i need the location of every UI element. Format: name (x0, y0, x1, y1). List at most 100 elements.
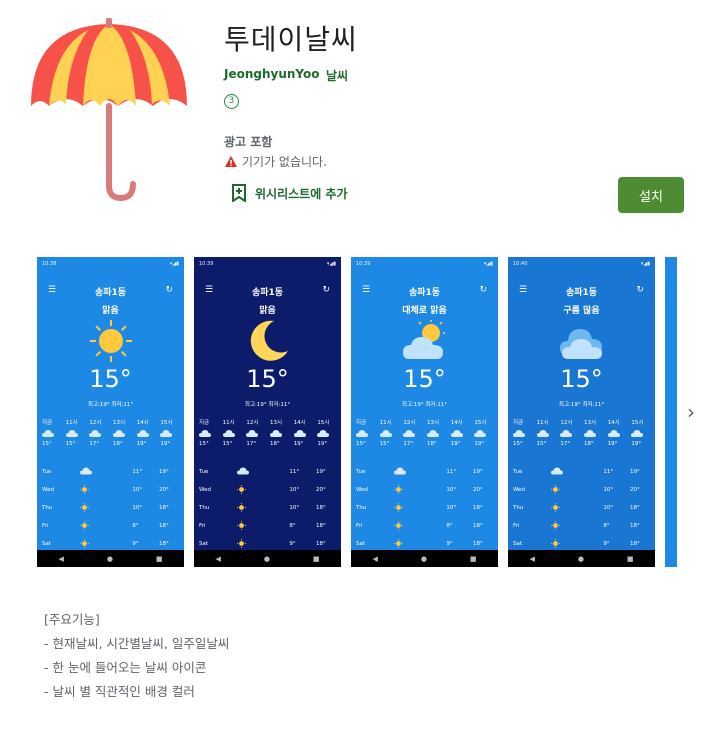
day-low: 10° (603, 487, 614, 493)
screenshot-1[interactable]: 10:38 ▾◢▮ ☰ 송파1동 ↻ 맑음 15° 최고:19° 최저:11° 지금 15° 11시… (37, 257, 184, 567)
day-label: Sat (513, 541, 523, 547)
phone-status-bar: 10:38 ▾◢▮ (37, 257, 184, 271)
day-low: 10° (289, 505, 300, 511)
day-icon (394, 538, 446, 550)
status-icons: ▾◢▮ (326, 261, 336, 267)
status-time: 10:39 (356, 261, 371, 267)
day-icon (237, 467, 289, 477)
screenshot-2[interactable]: 10:39 ▾◢▮ ☰ 송파1동 ↻ 맑음 15° 최고:19° 최저:11° 지금 15° 11시… (194, 257, 341, 567)
current-temp: 15° (246, 365, 289, 393)
home-icon: ● (263, 554, 270, 563)
bookmark-add-icon (232, 184, 246, 202)
hour-label: 14시 (450, 420, 463, 426)
day-high: 19° (315, 469, 326, 475)
small-sun-icon (394, 502, 404, 512)
hourly-item: 지금 15° (513, 417, 537, 450)
day-label: Sat (42, 541, 52, 547)
small-cloud-icon (560, 430, 573, 437)
day-low: 10° (132, 487, 143, 493)
small-sun-icon (237, 502, 247, 512)
hour-temp: 18° (270, 441, 280, 447)
developer-link[interactable]: JeonghyunYoo (224, 67, 320, 81)
small-cloud-icon (584, 430, 597, 437)
description-heading: [주요기능] (44, 612, 100, 627)
home-icon: ● (420, 554, 427, 563)
small-cloud-icon (403, 430, 416, 437)
content-rating-badge: 3 (224, 94, 239, 109)
app-title: 투데이날씨 (224, 23, 358, 56)
small-sun-icon (80, 538, 90, 548)
partly-cloudy-icon (401, 319, 449, 363)
screenshot-carousel[interactable]: 10:38 ▾◢▮ ☰ 송파1동 ↻ 맑음 15° 최고:19° 최저:11° 지금 15° 11시… (37, 257, 707, 567)
status-icons: ▾◢▮ (640, 261, 650, 267)
sun-icon (87, 319, 135, 363)
condition-label: 맑음 (259, 306, 276, 316)
recents-icon: ■ (155, 554, 163, 563)
hour-label: 12시 (89, 420, 102, 426)
hour-label: 12시 (560, 420, 573, 426)
day-label: Fri (513, 523, 520, 529)
small-sun-icon (80, 520, 90, 530)
hour-temp: 19° (293, 441, 304, 447)
small-sun-icon (551, 520, 561, 530)
hourly-item: 14시 19° (607, 417, 632, 450)
hour-label: 14시 (136, 420, 149, 426)
current-temp: 15° (89, 365, 132, 393)
hourly-forecast: 지금 15° 11시 15° 12시 17° 13시 18° 14시 19° 15시 19° (356, 417, 498, 450)
hourly-item: 12시 17° (246, 417, 270, 450)
small-sun-icon (551, 538, 561, 548)
small-sun-icon (80, 484, 90, 494)
day-icon (80, 502, 132, 514)
hourly-item: 지금 15° (42, 417, 66, 450)
small-cloud-icon (536, 430, 549, 437)
day-high: 19° (472, 469, 483, 475)
phone-nav-bar: ◀ ● ■ (508, 550, 655, 567)
small-cloud-icon (450, 430, 463, 437)
hour-label: 11시 (536, 420, 549, 426)
back-icon: ◀ (215, 554, 221, 563)
day-icon (80, 538, 132, 550)
hourly-item: 15시 19° (317, 417, 341, 450)
day-low: 9° (446, 541, 453, 547)
carousel-next-icon[interactable]: › (687, 400, 695, 424)
day-low: 9° (132, 541, 139, 547)
day-label: Wed (356, 487, 368, 493)
description-line: - 한 눈에 들어오는 날씨 아이콘 (44, 660, 207, 675)
screenshot-partial[interactable] (665, 257, 677, 567)
hour-temp: 19° (607, 441, 618, 447)
hi-lo-temp: 최고:19° 최저:11° (558, 402, 605, 408)
hourly-item: 14시 19° (136, 417, 161, 450)
hour-temp: 15° (379, 441, 390, 447)
day-high: 18° (629, 505, 640, 511)
day-high: 18° (629, 541, 640, 547)
location-label: 송파1동 (408, 288, 441, 298)
hour-temp: 19° (160, 441, 171, 447)
day-high: 18° (315, 523, 326, 529)
day-low: 11° (132, 469, 143, 475)
hour-label: 15시 (317, 420, 330, 426)
small-cloud-icon (513, 430, 525, 437)
hour-label: 13시 (427, 420, 440, 426)
daily-row: Thu 10° 18° (199, 499, 335, 517)
small-cloud-icon (551, 467, 564, 475)
day-label: Wed (42, 487, 54, 493)
hour-temp: 19° (631, 441, 642, 447)
day-low: 8° (446, 523, 453, 529)
day-label: Sat (199, 541, 209, 547)
small-cloud-icon (607, 430, 620, 437)
day-icon (551, 520, 603, 532)
day-low: 8° (132, 523, 139, 529)
day-icon (551, 538, 603, 550)
hour-label: 13시 (584, 420, 597, 426)
wishlist-button[interactable]: 위시리스트에 추가 (231, 184, 348, 202)
day-icon (237, 502, 289, 514)
install-button[interactable]: 설치 (618, 177, 684, 213)
hour-label: 지금 (42, 420, 53, 426)
small-sun-icon (394, 520, 404, 530)
hour-temp: 15° (536, 441, 547, 447)
screenshot-4[interactable]: 10:40 ▾◢▮ ☰ 송파1동 ↻ 구름 많음 15° 최고:19° 최저:11° 지금 15°… (508, 257, 655, 567)
warning-icon (225, 155, 237, 167)
screenshot-3[interactable]: 10:39 ▾◢▮ ☰ 송파1동 ↻ 대체로 맑음 15° 최고:19° 최저:11° 지금 15… (351, 257, 498, 567)
category-link[interactable]: 날씨 (326, 67, 348, 84)
daily-row: Fri 8° 18° (513, 517, 649, 535)
